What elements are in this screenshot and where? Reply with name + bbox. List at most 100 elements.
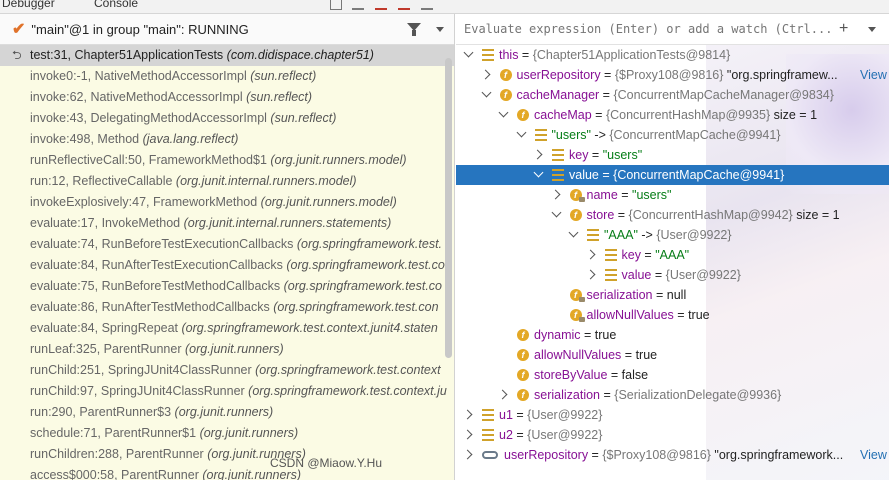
variable-row[interactable]: "AAA" -> {User@9922} <box>456 225 889 245</box>
variable-row[interactable]: f allowNullValues = true <box>456 305 889 325</box>
variable-row[interactable]: f dynamic = true <box>456 325 889 345</box>
collapse-arrow-icon[interactable] <box>497 389 508 400</box>
tab-debugger[interactable]: Debugger <box>2 0 55 10</box>
stack-frame[interactable]: evaluate:75, RunBeforeTestMethodCallback… <box>0 276 454 297</box>
field-icon: f <box>569 289 585 302</box>
field-icon: f <box>517 369 529 381</box>
stack-frame[interactable]: runChildren:288, ParentRunner (org.junit… <box>0 444 454 465</box>
variable-row[interactable]: value = {ConcurrentMapCache@9941} <box>456 165 889 185</box>
filter-icon[interactable] <box>407 23 421 36</box>
variable-operator: = <box>607 368 622 382</box>
chevron-down-icon[interactable] <box>436 27 444 32</box>
stack-frame[interactable]: run:12, ReflectiveCallable (org.junit.in… <box>0 171 454 192</box>
force-step-into-icon[interactable] <box>398 0 410 10</box>
add-watch-icon[interactable]: + <box>839 20 848 38</box>
variable-operator: = <box>651 268 666 282</box>
stack-frame[interactable]: evaluate:84, SpringRepeat (org.springfra… <box>0 318 454 339</box>
variable-text: u2 = {User@9922} <box>499 425 602 445</box>
stack-frame[interactable]: run:290, ParentRunner$3 (org.junit.runne… <box>0 402 454 423</box>
stack-frame[interactable]: schedule:71, ParentRunner$1 (org.junit.r… <box>0 423 454 444</box>
variable-row[interactable]: f storeByValue = false <box>456 365 889 385</box>
tab-console[interactable]: Console <box>94 0 138 10</box>
frame-package: (org.springframework.test.con <box>273 300 439 314</box>
variable-row[interactable]: f cacheMap = {ConcurrentHashMap@9935} siz… <box>456 105 889 125</box>
stack-frame[interactable]: invoke:498, Method (java.lang.reflect) <box>0 129 454 150</box>
collapse-arrow-icon[interactable] <box>462 429 473 440</box>
stack-frame[interactable]: runLeaf:325, ParentRunner (org.junit.run… <box>0 339 454 360</box>
stack-frame[interactable]: ⮌ test:31, Chapter51ApplicationTests (com… <box>0 45 454 66</box>
collapse-arrow-icon[interactable] <box>550 189 560 200</box>
expand-arrow-icon[interactable] <box>551 207 561 218</box>
variable-row[interactable]: key = "AAA" <box>456 245 889 265</box>
collapse-arrow-icon[interactable] <box>462 409 473 420</box>
stack-frame[interactable]: invokeExplosively:47, FrameworkMethod (o… <box>0 192 454 213</box>
stack-frame[interactable]: evaluate:17, InvokeMethod (org.junit.int… <box>0 213 454 234</box>
frame-location: runChild:97, SpringJUnit4ClassRunner <box>30 384 249 398</box>
variable-operator: = <box>614 208 629 222</box>
chevron-down-icon[interactable] <box>868 27 876 32</box>
variable-row[interactable]: f serialization = null <box>456 285 889 305</box>
step-over-icon[interactable] <box>352 0 364 10</box>
variable-row[interactable]: u2 = {User@9922} <box>456 425 889 445</box>
variable-row[interactable]: f serialization = {SerializationDelegate@… <box>456 385 889 405</box>
variable-type: {ConcurrentHashMap@9942} <box>628 208 793 222</box>
collapse-arrow-icon[interactable] <box>532 149 543 160</box>
expand-arrow-icon[interactable] <box>568 227 579 238</box>
top-tab-strip: Debugger Console <box>0 0 889 14</box>
step-into-icon[interactable] <box>375 0 387 10</box>
field-icon: f <box>569 209 582 221</box>
variable-type: {ConcurrentMapCache@9941} <box>609 128 781 142</box>
watch-icon <box>482 451 498 459</box>
variable-name: cacheManager <box>516 88 600 102</box>
evaluate-input[interactable] <box>464 22 834 36</box>
stack-frame[interactable]: evaluate:84, RunAfterTestExecutionCallba… <box>0 255 454 276</box>
step-out-icon[interactable] <box>421 0 433 10</box>
frame-location: test:31, Chapter51ApplicationTests <box>30 48 227 62</box>
collapse-arrow-icon[interactable] <box>585 269 595 280</box>
stack-frame[interactable]: evaluate:86, RunAfterTestMethodCallbacks… <box>0 297 454 318</box>
variable-text: "AAA" -> {User@9922} <box>604 225 732 245</box>
expand-arrow-icon[interactable] <box>463 47 474 58</box>
variable-text: store = {ConcurrentHashMap@9942} size = … <box>587 205 840 225</box>
thread-selector[interactable]: ✔ "main"@1 in group "main": RUNNING <box>0 14 454 45</box>
expand-arrow-icon[interactable] <box>481 87 491 98</box>
collapse-arrow-icon[interactable] <box>585 249 595 260</box>
variable-row[interactable]: u1 = {User@9922} <box>456 405 889 425</box>
stack-frame[interactable]: invoke:43, DelegatingMethodAccessorImpl … <box>0 108 454 129</box>
frames-list: ⮌ test:31, Chapter51ApplicationTests (com… <box>0 45 454 480</box>
variable-name: allowNullValues <box>534 348 622 362</box>
expand-arrow-icon[interactable] <box>533 167 544 178</box>
variable-row[interactable]: f allowNullValues = true <box>456 345 889 365</box>
variable-row[interactable]: f userRepository = {$Proxy108@9816} "org.… <box>456 65 889 85</box>
evaluate-bar: + <box>456 14 889 45</box>
variable-row[interactable]: f store = {ConcurrentHashMap@9942} size =… <box>456 205 889 225</box>
frame-location: evaluate:74, RunBeforeTestExecutionCallb… <box>30 237 297 251</box>
expand-arrow-icon[interactable] <box>498 107 509 118</box>
table-view-icon[interactable] <box>330 0 342 10</box>
variable-row[interactable]: key = "users" <box>456 145 889 165</box>
collapse-arrow-icon[interactable] <box>480 69 490 80</box>
variable-row[interactable]: value = {User@9922} <box>456 265 889 285</box>
variable-row[interactable]: f name = "users" <box>456 185 889 205</box>
variable-row[interactable]: userRepository = {$Proxy108@9816} "org.s… <box>456 445 889 465</box>
variable-name: cacheMap <box>534 108 592 122</box>
variable-row[interactable]: f cacheManager = {ConcurrentMapCacheManag… <box>456 85 889 105</box>
variable-row[interactable]: this = {Chapter51ApplicationTests@9814} <box>456 45 889 65</box>
variable-row[interactable]: "users" -> {ConcurrentMapCache@9941} <box>456 125 889 145</box>
frame-package: (org.junit.runners) <box>199 426 299 440</box>
collapse-arrow-icon[interactable] <box>462 449 473 460</box>
variable-name: serialization <box>586 288 653 302</box>
stack-frame[interactable]: runReflectiveCall:50, FrameworkMethod$1 … <box>0 150 454 171</box>
stack-frame[interactable]: evaluate:74, RunBeforeTestExecutionCallb… <box>0 234 454 255</box>
frame-package: (org.springframework.test. <box>296 237 443 251</box>
expand-arrow-icon[interactable] <box>516 127 526 138</box>
scrollbar[interactable] <box>445 58 452 358</box>
field-icon: f <box>499 69 512 81</box>
stack-frame[interactable]: runChild:251, SpringJUnit4ClassRunner (o… <box>0 360 454 381</box>
stack-frame[interactable]: runChild:97, SpringJUnit4ClassRunner (or… <box>0 381 454 402</box>
stack-frame[interactable]: access$000:58, ParentRunner (org.junit.r… <box>0 465 454 480</box>
view-link[interactable]: View <box>860 445 887 465</box>
view-link[interactable]: View <box>860 65 887 85</box>
stack-frame[interactable]: invoke:62, NativeMethodAccessorImpl (sun… <box>0 87 454 108</box>
stack-frame[interactable]: invoke0:-1, NativeMethodAccessorImpl (su… <box>0 66 454 87</box>
